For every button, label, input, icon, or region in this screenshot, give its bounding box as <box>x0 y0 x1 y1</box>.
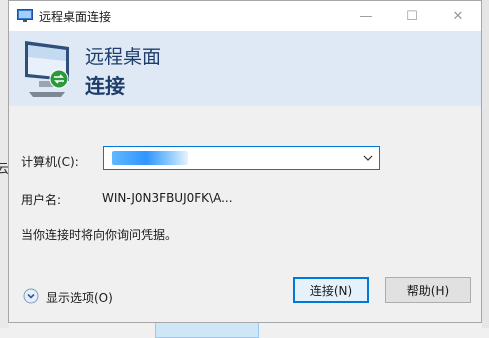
connect-button[interactable]: 连接(N) <box>293 277 369 303</box>
credentials-hint: 当你连接时将向你询问凭据。 <box>21 228 178 242</box>
chevron-down-icon[interactable] <box>362 152 374 164</box>
username-value: WIN-J0N3FBUJ0FK\A... <box>102 191 233 205</box>
remote-desktop-app-icon <box>17 9 33 22</box>
header-title-line1: 远程桌面 <box>85 46 162 68</box>
window-title: 远程桌面连接 <box>39 10 112 24</box>
remote-desktop-dialog: 远程桌面连接 — ☐ ✕ 远程桌面 连接 计算机(C): 用户名: WIN-J0… <box>8 0 482 323</box>
monitor-icon <box>25 41 69 97</box>
help-button[interactable]: 帮助(H) <box>385 277 471 303</box>
background-window-edge-right <box>482 0 489 328</box>
minimize-button[interactable]: — <box>343 1 389 31</box>
header-title-line2: 连接 <box>85 74 125 98</box>
computer-value-redacted <box>112 151 188 165</box>
dialog-header: 远程桌面 连接 <box>9 31 481 106</box>
maximize-button[interactable]: ☐ <box>389 1 435 31</box>
show-options-link[interactable]: 显示选项(O) <box>46 289 113 306</box>
username-label: 用户名: <box>21 193 62 207</box>
expand-options-icon[interactable] <box>23 288 39 304</box>
close-button[interactable]: ✕ <box>435 1 481 31</box>
title-bar[interactable]: 远程桌面连接 — ☐ ✕ <box>9 1 481 31</box>
computer-combobox[interactable] <box>103 146 380 170</box>
computer-label: 计算机(C): <box>21 155 79 169</box>
